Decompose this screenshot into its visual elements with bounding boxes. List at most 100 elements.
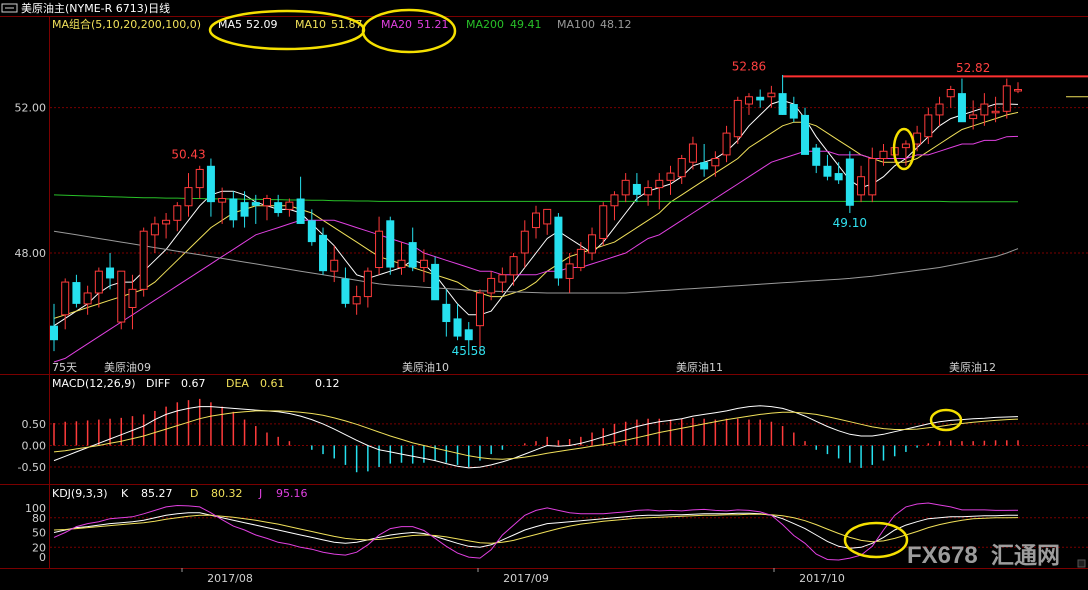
candle-body-up xyxy=(946,89,955,98)
price-annotation-high: 50.43 xyxy=(171,148,205,162)
candle-body-up xyxy=(487,277,496,294)
macd-name: MACD(12,26,9) xyxy=(52,377,136,390)
price-axis: 52.00 48.00 xyxy=(15,102,47,260)
macd-axis: 0.50 0.00 -0.50 xyxy=(18,418,46,474)
candle-body-down xyxy=(812,147,821,166)
kdj-k-value: 85.27 xyxy=(141,487,173,500)
kdj-line-d xyxy=(53,513,1019,544)
candle-body-up xyxy=(901,143,910,149)
candle-body-up xyxy=(621,179,630,196)
candle-body-up xyxy=(117,270,126,323)
candle-body-up xyxy=(711,158,720,167)
price-annotation-high: 52.82 xyxy=(956,61,990,75)
candle-body-up xyxy=(218,198,227,203)
ma100-label: MA100 xyxy=(557,18,595,31)
period-marker-11: 美原油11 xyxy=(676,360,723,374)
candle-body-down xyxy=(453,318,462,337)
candle-body-down xyxy=(72,282,81,304)
candle-body-up xyxy=(94,270,103,294)
kdj-j-label: J xyxy=(258,487,262,500)
watermark-brand: FX678 xyxy=(907,542,978,569)
candle-body-down xyxy=(50,325,58,341)
macd-diff-label: DIFF xyxy=(146,377,170,390)
candle-body-up xyxy=(285,201,294,210)
candle-body-down xyxy=(756,96,765,101)
candle-body-down xyxy=(431,263,440,301)
kdj-axis: 1008050200 xyxy=(25,502,46,564)
ma20-value: 51.21 xyxy=(417,18,449,31)
candle-body-down xyxy=(240,202,249,217)
candle-body-up xyxy=(744,96,753,105)
candle-body-up xyxy=(498,274,507,283)
candle-body-up xyxy=(924,114,933,138)
candle-body-down xyxy=(464,329,473,341)
ma10-label: MA10 xyxy=(295,18,326,31)
kdj-tick-label: 80 xyxy=(32,512,46,525)
kdj-tick-label: 50 xyxy=(32,527,46,540)
price-annotation-low: 49.10 xyxy=(833,216,867,230)
kdj-tick-label: 0 xyxy=(39,551,46,564)
macd-dea-value: 0.61 xyxy=(260,377,285,390)
candle-body-up xyxy=(375,230,384,269)
candle-body-up xyxy=(363,270,372,298)
candle-body-up xyxy=(83,292,92,305)
candle-body-down xyxy=(408,242,417,268)
period-marker-10: 美原油10 xyxy=(402,360,449,374)
candle-body-down xyxy=(341,278,350,304)
kdj-lines xyxy=(53,502,1019,561)
candle-body-down xyxy=(274,202,283,214)
candle-body-down xyxy=(296,198,305,224)
candle-body-up xyxy=(666,172,675,181)
candle-body-up xyxy=(139,230,148,290)
candle-body-down xyxy=(834,173,843,181)
candle-body-down xyxy=(442,303,451,323)
candle-body-up xyxy=(588,234,597,254)
candle-body-up xyxy=(520,230,529,254)
kdj-d-label: D xyxy=(190,487,198,500)
candle-body-up xyxy=(767,92,776,98)
highlight-ellipse-kdj xyxy=(843,521,909,559)
candle-body-up xyxy=(352,296,361,305)
ma20-label: MA20 xyxy=(381,18,412,31)
candle-body-up xyxy=(150,223,159,236)
kdj-name: KDJ(9,3,3) xyxy=(52,487,108,500)
candle-body-up xyxy=(397,259,406,269)
chart-window: 美原油主(NYME-R 6713)日线 MA组合(5,10,20,200,100… xyxy=(0,0,1088,590)
candle-body-up xyxy=(262,198,271,207)
macd-diff-value: 0.67 xyxy=(181,377,206,390)
candle-body-down xyxy=(801,114,810,155)
kdj-legend: KDJ(9,3,3) K 85.27 D 80.32 J 95.16 xyxy=(52,487,308,500)
price-annotations: 50.43 45.58 52.86 49.10 52.82 xyxy=(171,59,990,358)
candle-body-up xyxy=(991,110,1000,114)
candle-body-up xyxy=(184,187,193,207)
candle-body-up xyxy=(599,205,608,239)
candle-body-down xyxy=(789,104,798,119)
ma200-label: MA200 xyxy=(466,18,504,31)
candle-body-down xyxy=(386,220,395,268)
ma-line-ma200 xyxy=(53,194,1018,203)
kdj-line-j xyxy=(53,502,1019,561)
candle-body-down xyxy=(554,216,563,279)
macd-line-dea xyxy=(53,410,1019,460)
macd-legend: MACD(12,26,9) DIFF 0.67 DEA 0.61 0.12 xyxy=(52,377,340,390)
candle-body-up xyxy=(543,208,552,225)
price-tick-label: 48.00 xyxy=(15,247,47,260)
candle-body-up xyxy=(644,187,653,196)
date-axis: 2017/08 2017/09 2017/10 xyxy=(181,568,845,585)
candle-body-up xyxy=(677,158,686,178)
candle-body-down xyxy=(632,183,641,195)
price-annotation-low: 45.58 xyxy=(452,344,486,358)
scroll-handle[interactable] xyxy=(1077,559,1086,568)
candle-body-down xyxy=(957,93,966,123)
chart-canvas: 美原油主(NYME-R 6713)日线 MA组合(5,10,20,200,100… xyxy=(0,1,1088,585)
candle-body-up xyxy=(195,168,204,189)
ma-group-label: MA组合(5,10,20,200,100,0) xyxy=(52,17,201,31)
contract-period-markers: 75天 美原油09 美原油10 美原油11 美原油12 xyxy=(52,360,996,374)
watermark: FX678 汇通网 xyxy=(907,542,1060,569)
macd-tick-label: -0.50 xyxy=(18,461,46,474)
candle-body-up xyxy=(162,219,171,225)
candle-body-up xyxy=(1014,89,1022,92)
candle-body-down xyxy=(307,220,316,243)
kdj-d-value: 80.32 xyxy=(211,487,243,500)
period-marker-09: 美原油09 xyxy=(104,360,151,374)
